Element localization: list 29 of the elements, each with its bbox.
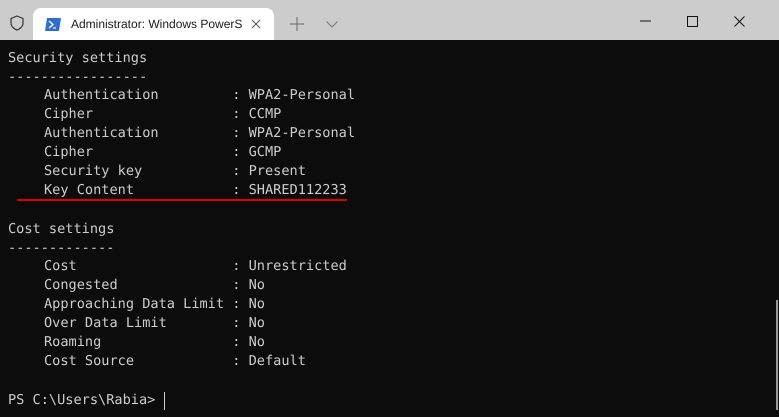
section-rule: ----------------- (8, 68, 148, 87)
terminal-line: Security key : Present (43, 163, 306, 181)
close-icon[interactable] (251, 19, 261, 29)
terminal-line: Cost : Unrestricted (43, 258, 347, 276)
close-icon[interactable] (734, 16, 745, 26)
terminal-tab[interactable]: Administrator: Windows PowerS (33, 8, 274, 40)
new-tab-icon[interactable] (290, 17, 304, 31)
section-title: Security settings (8, 49, 148, 68)
terminal-line: Authentication : WPA2-Personal (43, 87, 355, 105)
tab-title: Administrator: Windows PowerS (71, 16, 241, 33)
terminal-line: Cost Source : Default (43, 353, 306, 371)
underlined-line: Key Content : SHARED112233 (17, 182, 347, 201)
terminal-line: Congested : No (43, 277, 265, 295)
shield-icon[interactable] (10, 14, 24, 30)
terminal-line: Cipher : GCMP (43, 144, 282, 162)
section-title: Cost settings (8, 220, 114, 239)
terminal-line: Approaching Data Limit : No (43, 296, 265, 314)
minimize-icon[interactable] (640, 20, 651, 22)
terminal-line: Authentication : WPA2-Personal (43, 125, 355, 143)
scrollbar-thumb[interactable] (776, 300, 778, 410)
prompt-text: PS C:\Users\Rabia> (8, 391, 156, 410)
dropdown-icon[interactable] (326, 20, 338, 28)
section-rule: ------------- (8, 239, 114, 258)
terminal-line: Cipher : CCMP (43, 106, 282, 124)
maximize-icon[interactable] (687, 16, 698, 26)
text-cursor (164, 392, 166, 410)
terminal-line: Roaming : No (43, 334, 265, 352)
terminal-line: Over Data Limit : No (43, 315, 265, 333)
powershell-icon (45, 18, 61, 30)
